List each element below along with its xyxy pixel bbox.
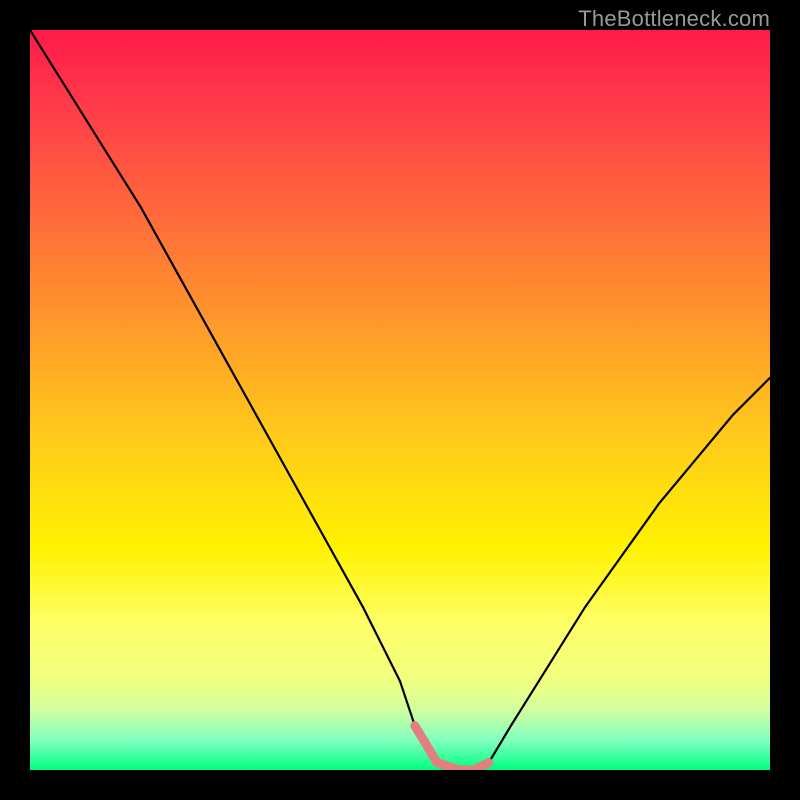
plot-area (30, 30, 770, 770)
watermark-text: TheBottleneck.com (578, 6, 770, 32)
curve-layer (30, 30, 770, 770)
bottleneck-curve-path (30, 30, 770, 770)
highlight-segment (415, 726, 489, 770)
bottleneck-chart: TheBottleneck.com (0, 0, 800, 800)
